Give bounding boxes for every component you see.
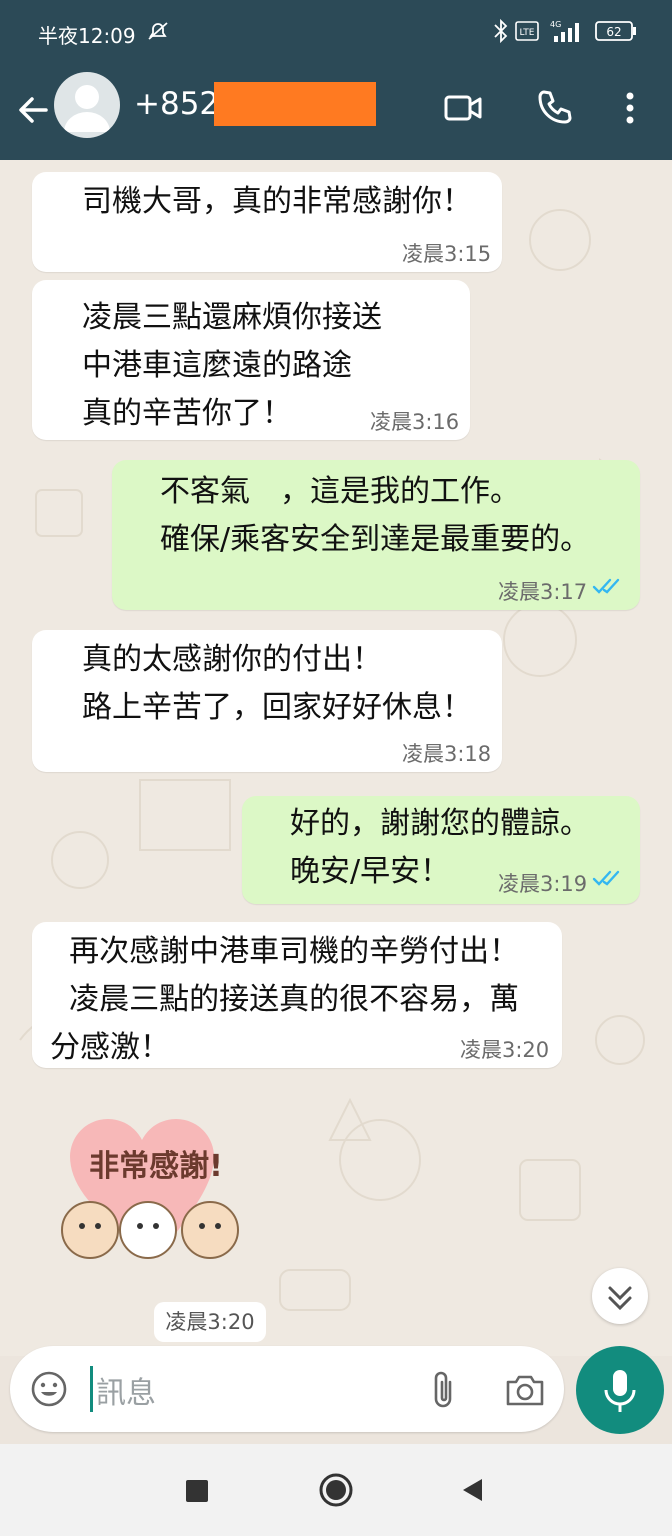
signal-icon: 4G — [550, 20, 579, 42]
message-text: 凌晨三點還麻煩你接送 中港車這麼遠的路途 真的辛苦你了！ — [82, 300, 382, 431]
text-cursor — [90, 1366, 93, 1412]
system-navigation-bar — [0, 1444, 672, 1536]
message-time: 凌晨3:20 — [460, 1038, 550, 1062]
message-text: 司機大哥，真的非常感謝你！ — [82, 184, 472, 219]
sticker-text: 非常感謝! — [89, 1149, 223, 1184]
avatar[interactable] — [54, 72, 120, 138]
bluetooth-icon — [494, 18, 508, 44]
avatar-icon — [64, 85, 110, 132]
bear-icon — [61, 1201, 239, 1259]
message-time: 凌晨3:19 — [498, 872, 588, 896]
message-time: 凌晨3:16 — [370, 410, 460, 434]
read-ticks-icon — [592, 870, 620, 886]
chat-header: +852 — [0, 64, 672, 160]
back-nav-icon[interactable] — [460, 1476, 486, 1504]
contact-phone-prefix[interactable]: +852 — [134, 86, 219, 122]
video-call-icon[interactable] — [442, 86, 486, 130]
back-arrow-icon[interactable] — [14, 90, 54, 130]
camera-icon[interactable] — [504, 1370, 546, 1408]
voice-message-button[interactable] — [576, 1346, 664, 1434]
square-nav-icon[interactable] — [184, 1478, 210, 1504]
message-bubble-incoming[interactable]: 司機大哥，真的非常感謝你！ 凌晨3:15 — [32, 172, 502, 272]
volte-icon: LTE — [515, 21, 539, 41]
sticker-time: 凌晨3:20 — [154, 1302, 266, 1342]
message-composer[interactable]: 訊息 — [10, 1346, 564, 1432]
home-nav-icon[interactable] — [318, 1472, 354, 1508]
top-bar: 半夜12:09 LTE 4G 62 +852 — [0, 0, 672, 160]
redacted-phone-number — [214, 82, 376, 126]
battery-icon: 62 — [595, 21, 636, 41]
message-text: 再次感謝中港車司機的辛勞付出！ 凌晨三點的接送真的很不容易，萬 分感激！ — [50, 934, 520, 1065]
do-not-disturb-icon — [148, 22, 168, 40]
message-bubble-incoming[interactable]: 真的太感謝你的付出！ 路上辛苦了，回家好好休息！ 凌晨3:18 — [32, 630, 502, 772]
mic-icon — [604, 1370, 636, 1412]
message-bubble-incoming[interactable]: 凌晨三點還麻煩你接送 中港車這麼遠的路途 真的辛苦你了！ 凌晨3:16 — [32, 280, 470, 440]
message-input[interactable]: 訊息 — [96, 1368, 156, 1412]
network-label: 4G — [550, 20, 561, 29]
status-bar: 半夜12:09 LTE 4G 62 — [0, 0, 672, 64]
message-time: 凌晨3:15 — [402, 242, 492, 266]
message-time: 凌晨3:17 — [498, 580, 588, 604]
message-time: 凌晨3:18 — [402, 742, 492, 766]
more-vert-icon[interactable] — [610, 86, 650, 130]
message-bubble-outgoing[interactable]: 好的，謝謝您的體諒。 晚安/早安！ 凌晨3:19 — [242, 796, 640, 904]
message-bubble-incoming[interactable]: 再次感謝中港車司機的辛勞付出！ 凌晨三點的接送真的很不容易，萬 分感激！ 凌晨3… — [32, 922, 562, 1068]
phone-call-icon[interactable] — [532, 86, 576, 130]
scroll-down-icon[interactable] — [592, 1268, 648, 1324]
emoji-icon[interactable] — [30, 1370, 68, 1408]
status-time: 半夜12:09 — [38, 24, 136, 48]
message-bubble-outgoing[interactable]: 不客氣 ，這是我的工作。 確保/乘客安全到達是最重要的。 凌晨3:17 — [112, 460, 640, 610]
svg-text:LTE: LTE — [520, 28, 535, 38]
read-ticks-icon — [592, 578, 620, 594]
thank-you-sticker[interactable]: 非常感謝! — [48, 1108, 268, 1268]
battery-level: 62 — [606, 25, 621, 39]
message-text: 真的太感謝你的付出！ 路上辛苦了，回家好好休息！ — [82, 642, 472, 725]
message-text: 不客氣 ，這是我的工作。 確保/乘客安全到達是最重要的。 — [160, 474, 591, 557]
chat-area[interactable]: 司機大哥，真的非常感謝你！ 凌晨3:15 凌晨三點還麻煩你接送 中港車這麼遠的路… — [0, 160, 672, 1356]
attach-icon[interactable] — [424, 1368, 464, 1410]
